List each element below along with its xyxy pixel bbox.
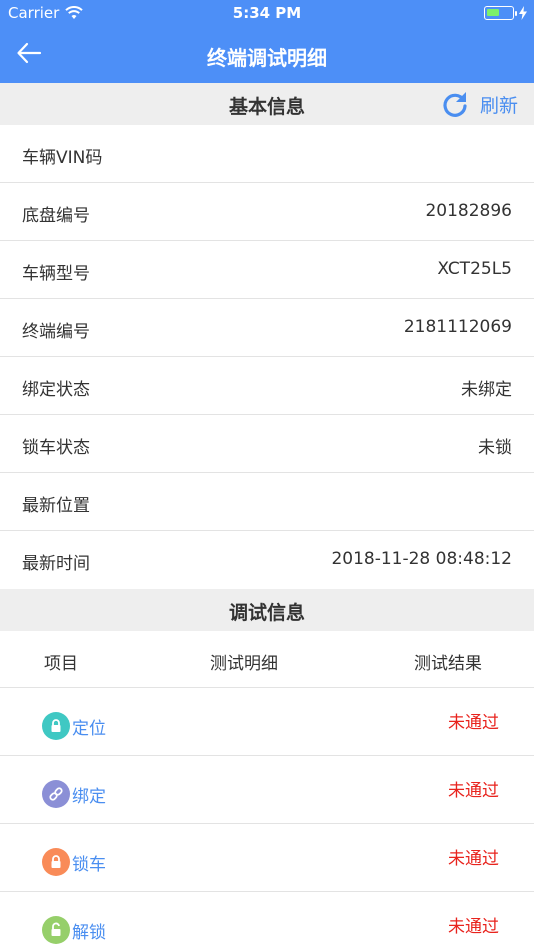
debug-item-label: 定位 <box>72 718 106 739</box>
page-title: 终端调试明细 <box>207 46 327 70</box>
info-row-bind-status: 绑定状态 未绑定 <box>0 357 534 415</box>
status-bar: Carrier 5:34 PM <box>0 0 534 28</box>
info-label: 最新位置 <box>22 496 90 516</box>
info-label: 车辆VIN码 <box>22 148 103 168</box>
info-value: 20182896 <box>425 201 512 221</box>
info-row-terminal: 终端编号 2181112069 <box>0 299 534 357</box>
debug-row-bind: 绑定 未通过 <box>0 756 534 824</box>
unlock-icon <box>42 916 70 944</box>
debug-item-label: 锁车 <box>72 854 106 875</box>
lock-icon <box>42 848 70 876</box>
debug-item-label: 解锁 <box>72 922 106 943</box>
info-row-lock-status: 锁车状态 未锁 <box>0 415 534 473</box>
info-row-model: 车辆型号 XCT25L5 <box>0 241 534 299</box>
info-row-vin: 车辆VIN码 <box>0 125 534 183</box>
info-value: 未绑定 <box>461 380 512 400</box>
charging-bolt-icon <box>519 6 527 20</box>
debug-result: 未通过 <box>448 917 499 937</box>
info-label: 底盘编号 <box>22 206 90 226</box>
debug-result: 未通过 <box>448 781 499 801</box>
debug-item-lock[interactable]: 锁车 <box>42 848 106 876</box>
column-item: 项目 <box>44 654 78 674</box>
debug-result: 未通过 <box>448 713 499 733</box>
debug-table-header: 项目 测试明细 测试结果 <box>0 631 534 688</box>
debug-item-locate[interactable]: 定位 <box>42 712 106 740</box>
info-label: 终端编号 <box>22 322 90 342</box>
column-detail: 测试明细 <box>210 654 278 674</box>
refresh-button[interactable]: 刷新 <box>440 89 518 119</box>
info-row-time: 最新时间 2018-11-28 08:48:12 <box>0 531 534 589</box>
info-value: 2181112069 <box>403 317 512 337</box>
refresh-label: 刷新 <box>479 94 518 117</box>
debug-result: 未通过 <box>448 849 499 869</box>
battery-indicator <box>484 6 528 20</box>
lock-icon <box>42 712 70 740</box>
app-header: Carrier 5:34 PM 终端调试明细 <box>0 0 534 83</box>
debug-row-unlock: 解锁 未通过 <box>0 892 534 950</box>
debug-item-unlock[interactable]: 解锁 <box>42 916 106 944</box>
basic-info-header: 基本信息 刷新 <box>0 83 534 125</box>
info-value: 2018-11-28 08:48:12 <box>331 549 512 569</box>
info-label: 绑定状态 <box>22 380 90 400</box>
info-value: XCT25L5 <box>437 259 512 279</box>
info-label: 车辆型号 <box>22 264 90 284</box>
battery-icon <box>484 6 517 20</box>
status-time: 5:34 PM <box>232 4 302 22</box>
info-row-location: 最新位置 <box>0 473 534 531</box>
info-label: 最新时间 <box>22 554 90 574</box>
info-label: 锁车状态 <box>22 438 90 458</box>
debug-item-bind[interactable]: 绑定 <box>42 780 106 808</box>
debug-info-title: 调试信息 <box>228 602 305 624</box>
debug-info-header: 调试信息 <box>0 589 534 631</box>
refresh-icon <box>443 92 467 117</box>
debug-item-label: 绑定 <box>72 786 106 807</box>
column-result: 测试结果 <box>414 654 482 674</box>
link-icon <box>42 780 70 808</box>
info-value: 未锁 <box>478 438 512 458</box>
info-row-chassis: 底盘编号 20182896 <box>0 183 534 241</box>
debug-row-lock: 锁车 未通过 <box>0 824 534 892</box>
nav-bar: 终端调试明细 <box>0 28 534 83</box>
debug-row-locate: 定位 未通过 <box>0 688 534 756</box>
